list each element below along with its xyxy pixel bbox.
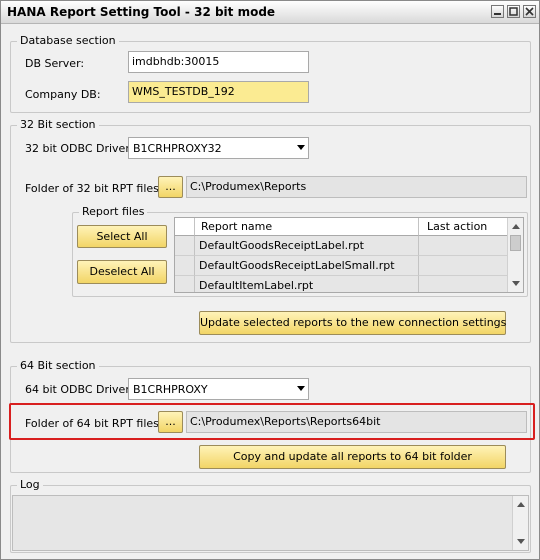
section-32bit-legend: 32 Bit section [17, 118, 99, 131]
database-section-legend: Database section [17, 34, 119, 47]
minimize-icon[interactable] [491, 5, 504, 18]
report-files-legend: Report files [79, 205, 148, 218]
folder32-label: Folder of 32 bit RPT files: [25, 182, 163, 195]
close-icon[interactable] [523, 5, 536, 18]
scroll-thumb[interactable] [510, 235, 521, 251]
chevron-down-icon [297, 386, 305, 391]
select-all-button[interactable]: Select All [77, 225, 167, 248]
db-server-input[interactable]: imdbhdb:30015 [128, 51, 309, 73]
table-row-last-action [419, 256, 509, 276]
chevron-down-icon [297, 145, 305, 150]
row-header[interactable] [175, 256, 195, 276]
log-textarea[interactable] [12, 495, 529, 551]
log-scrollbar[interactable] [512, 496, 528, 550]
scroll-up-icon[interactable] [512, 224, 520, 229]
folder32-input[interactable]: C:\Produmex\Reports [186, 176, 527, 198]
log-legend: Log [17, 478, 43, 491]
scroll-down-icon[interactable] [512, 281, 520, 286]
maximize-icon[interactable] [507, 5, 520, 18]
table-row-name[interactable]: DefaultGoodsReceiptLabel.rpt [195, 236, 419, 256]
company-db-label: Company DB: [25, 88, 101, 101]
update-reports-button[interactable]: Update selected reports to the new conne… [199, 311, 506, 335]
table-row-last-action [419, 236, 509, 256]
db-server-label: DB Server: [25, 57, 85, 70]
section-64bit-legend: 64 Bit section [17, 359, 99, 372]
window-title: HANA Report Setting Tool - 32 bit mode [7, 5, 276, 19]
deselect-all-button[interactable]: Deselect All [77, 260, 167, 284]
table-scrollbar[interactable] [507, 218, 523, 292]
row-header[interactable] [175, 236, 195, 256]
odbc32-value: B1CRHPROXY32 [133, 142, 222, 155]
scroll-up-icon[interactable] [517, 502, 525, 507]
row-header[interactable] [175, 276, 195, 292]
odbc64-label: 64 bit ODBC Driver: [25, 383, 134, 396]
table-row-name[interactable]: DefaultItemLabel.rpt [195, 276, 419, 292]
odbc32-select[interactable]: B1CRHPROXY32 [128, 137, 309, 159]
company-db-input[interactable]: WMS_TESTDB_192 [128, 81, 309, 103]
table-corner [175, 218, 195, 236]
browse32-button[interactable]: ... [158, 176, 183, 198]
odbc64-value: B1CRHPROXY [133, 383, 208, 396]
browse64-button[interactable]: ... [158, 411, 183, 433]
title-bar: HANA Report Setting Tool - 32 bit mode [1, 1, 539, 24]
scroll-down-icon[interactable] [517, 539, 525, 544]
reports-table[interactable]: Report name Last action DefaultGoodsRece… [174, 217, 524, 293]
folder64-input[interactable]: C:\Produmex\Reports\Reports64bit [186, 411, 527, 433]
table-row-name[interactable]: DefaultGoodsReceiptLabelSmall.rpt [195, 256, 419, 276]
odbc64-select[interactable]: B1CRHPROXY [128, 378, 309, 400]
odbc32-label: 32 bit ODBC Driver: [25, 142, 134, 155]
app-window: HANA Report Setting Tool - 32 bit mode D… [0, 0, 540, 560]
table-row-last-action [419, 276, 509, 292]
column-header-report-name[interactable]: Report name [195, 218, 419, 236]
copy-update-64-button[interactable]: Copy and update all reports to 64 bit fo… [199, 445, 506, 469]
folder64-label: Folder of 64 bit RPT files: [25, 417, 163, 430]
column-header-last-action[interactable]: Last action [419, 218, 509, 236]
